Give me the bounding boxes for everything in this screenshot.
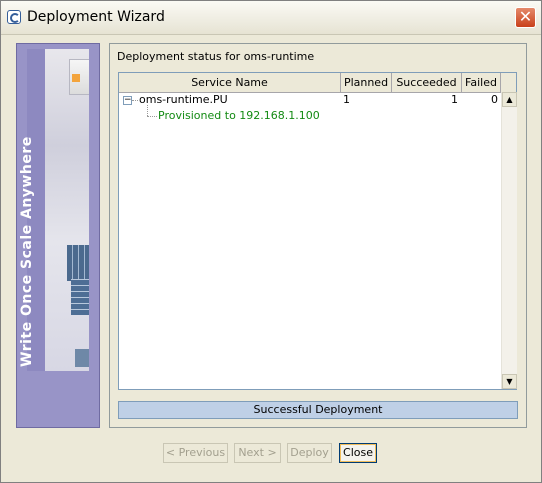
deployment-status-label: Deployment status for oms-runtime: [117, 50, 315, 63]
deployment-table: Service Name Planned Succeeded Failed − …: [118, 72, 517, 390]
tree-connector-vertical: [147, 105, 148, 116]
failed-cell: 0: [491, 93, 498, 106]
service-name-cell: oms-runtime.PU: [139, 93, 228, 106]
close-button[interactable]: Close: [339, 443, 377, 463]
column-header-succeeded[interactable]: Succeeded: [392, 73, 462, 92]
column-header-planned[interactable]: Planned: [341, 73, 392, 92]
small-cube-graphic: [75, 349, 89, 367]
banner-slogan: Write Once Scale Anywhere: [19, 136, 35, 367]
deploy-button[interactable]: Deploy: [287, 443, 332, 463]
tree-connector: [132, 100, 138, 101]
sidebar-banner: Write Once Scale Anywhere: [16, 43, 100, 428]
column-header-failed[interactable]: Failed: [462, 73, 501, 92]
banner-artwork: [45, 49, 89, 371]
scroll-up-icon[interactable]: ▲: [502, 92, 517, 107]
scroll-down-icon[interactable]: ▼: [502, 374, 517, 389]
previous-button[interactable]: < Previous: [163, 443, 228, 463]
column-header-service-name[interactable]: Service Name: [119, 73, 341, 92]
table-row-child[interactable]: Provisioned to 192.168.1.100: [119, 105, 501, 124]
deployment-progress-bar: Successful Deployment: [118, 401, 518, 419]
table-row[interactable]: − oms-runtime.PU 1 1 0: [119, 92, 501, 108]
window-title: Deployment Wizard: [27, 9, 165, 25]
scroll-corner: [501, 73, 516, 93]
provisioned-host-text: Provisioned to 192.168.1.100: [158, 109, 320, 122]
tree-connector: [147, 116, 157, 117]
app-icon: [7, 10, 21, 24]
next-button[interactable]: Next >: [234, 443, 281, 463]
planned-cell: 1: [341, 92, 350, 108]
close-window-button[interactable]: ✕: [515, 7, 536, 28]
blue-cube-graphic: [67, 245, 89, 281]
vertical-scrollbar[interactable]: ▲ ▼: [501, 92, 517, 389]
collapse-toggle-icon[interactable]: −: [123, 96, 132, 105]
succeeded-cell: 1: [451, 93, 458, 106]
blue-cube-graphic-lower: [71, 279, 89, 315]
table-header: Service Name Planned Succeeded Failed: [119, 73, 501, 93]
title-bar[interactable]: Deployment Wizard ✕: [1, 1, 541, 35]
planned-value: 1: [343, 93, 350, 106]
orange-cube-graphic: [69, 59, 89, 95]
banner-strip: Write Once Scale Anywhere: [19, 49, 45, 371]
